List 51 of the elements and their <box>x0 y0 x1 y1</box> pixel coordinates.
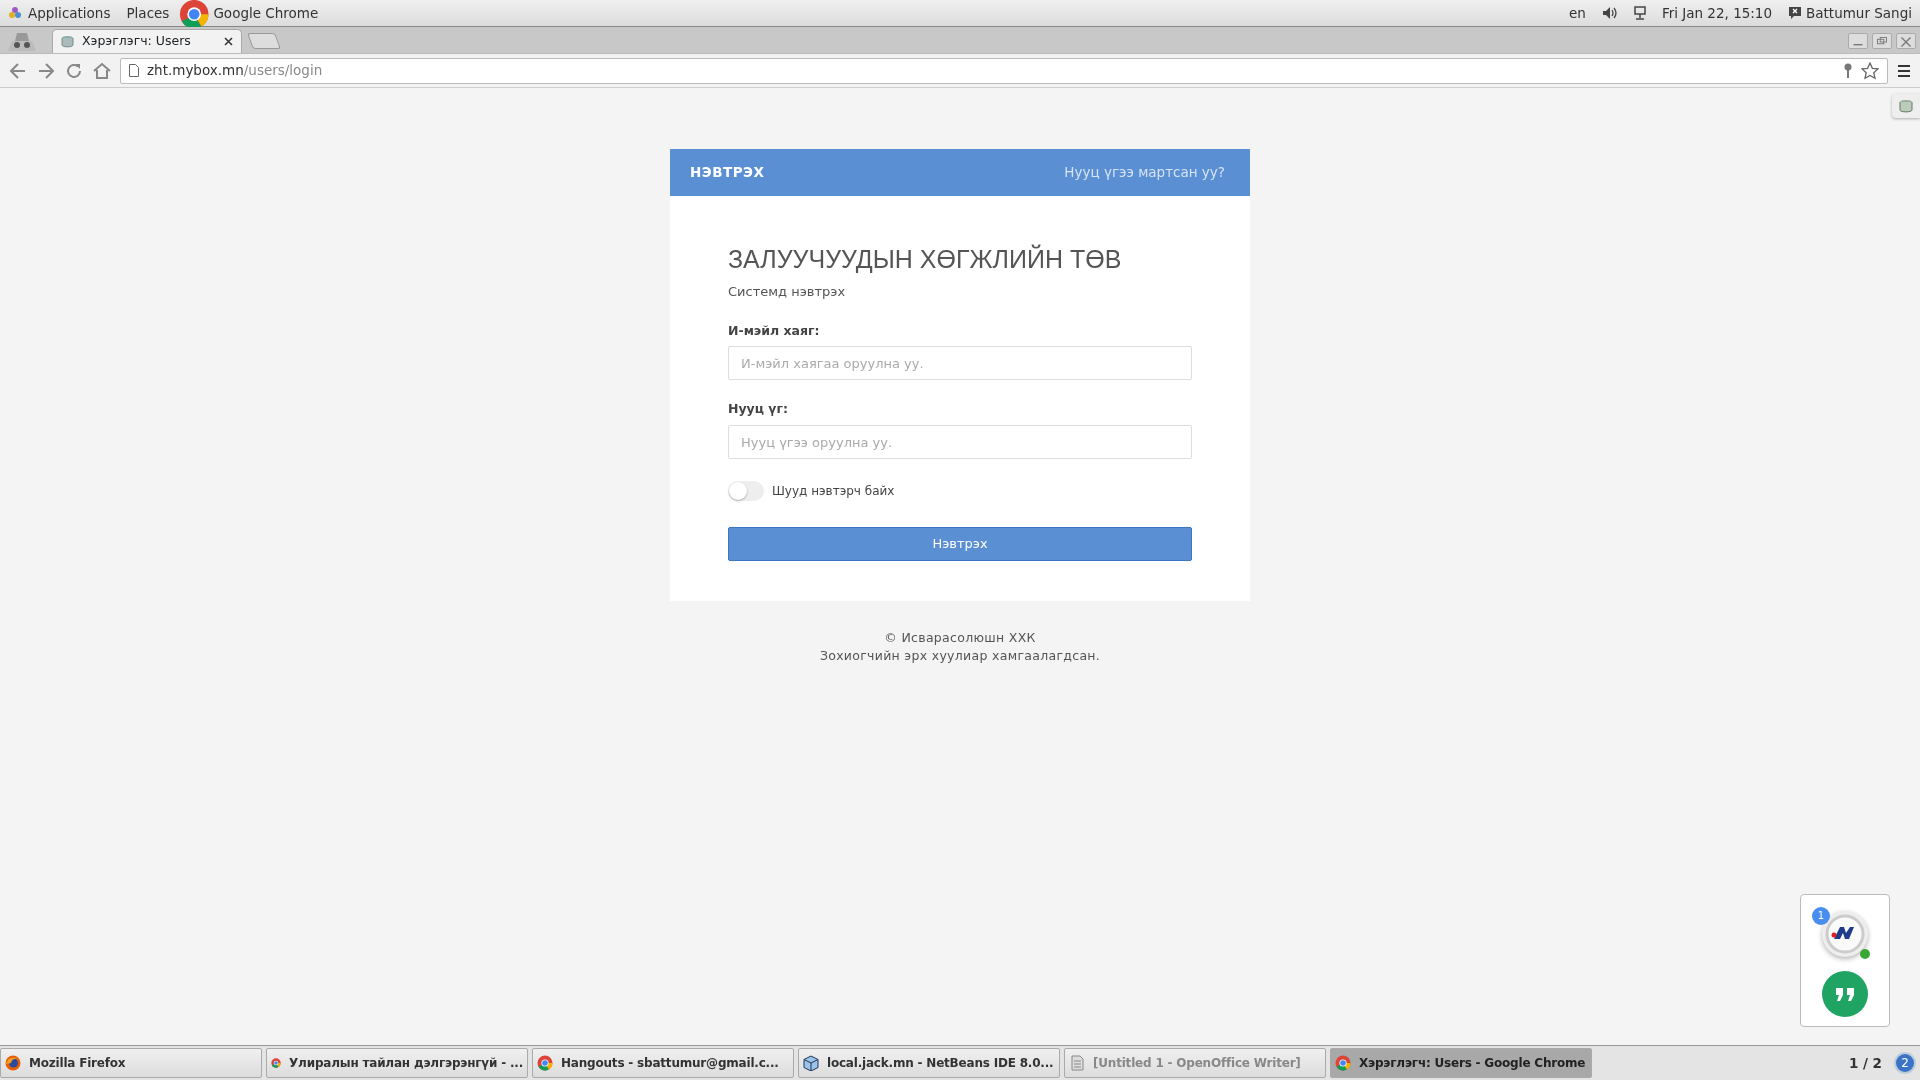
home-icon[interactable] <box>92 60 112 81</box>
extension-button[interactable] <box>1892 94 1920 118</box>
applications-menu[interactable]: Applications <box>28 2 111 24</box>
network-icon[interactable] <box>1633 6 1646 20</box>
chrome-icon <box>537 1055 553 1071</box>
workspace-switcher[interactable]: 1 / 2 <box>1848 1052 1882 1074</box>
language-indicator[interactable]: en <box>1569 2 1586 24</box>
login-subtitle: Системд нэвтрэх <box>728 283 847 301</box>
star-icon[interactable] <box>1861 61 1879 80</box>
notification-count[interactable]: 2 <box>1894 1052 1916 1074</box>
tab-title: Хэрэглэгч: Users <box>82 32 192 51</box>
header-title: НЭВТРЭХ <box>690 163 765 183</box>
volume-icon[interactable] <box>1601 6 1618 20</box>
field-label: Нууц үг: <box>728 400 790 419</box>
footer-text: Зохиогчийн эрх хуулиар хамгаалагдсан. <box>818 647 1102 665</box>
email-field[interactable]: И-мэйл хаягаа оруулна уу. <box>728 346 1192 381</box>
menu-icon[interactable] <box>1896 62 1912 79</box>
field-label: И-мэйл хаяг: <box>728 321 821 340</box>
document-icon <box>1069 1055 1085 1071</box>
taskbar-item[interactable]: Hangouts - sbattumur@gmail.c... <box>532 1048 794 1078</box>
applications-icon[interactable] <box>8 6 22 20</box>
taskbar-item[interactable]: Mozilla Firefox <box>0 1048 262 1078</box>
firefox-icon <box>5 1055 21 1071</box>
chrome-icon <box>179 0 210 27</box>
app-menu[interactable]: Google Chrome <box>213 2 319 24</box>
user-menu[interactable]: Battumur Sangi <box>1806 2 1912 24</box>
page-icon <box>129 64 139 77</box>
taskbar-item[interactable]: Хэрэглэгч: Users - Google Chrome <box>1330 1048 1592 1078</box>
login-title: ЗАЛУУЧУУДЫН ХӨГЖЛИЙН ТӨВ <box>728 244 1123 274</box>
browser-tab[interactable]: Хэрэглэгч: Users <box>52 29 242 53</box>
database-icon <box>1899 99 1913 113</box>
notification-badge: 1 <box>1812 907 1830 925</box>
password-field[interactable]: Нууц үгээ оруулна уу. <box>728 425 1192 459</box>
back-icon[interactable] <box>8 60 28 81</box>
clock[interactable]: Fri Jan 22, 15:10 <box>1661 2 1773 24</box>
taskbar-item[interactable]: Улиралын тайлан дэлгэрэнгүй - ... <box>266 1048 528 1078</box>
close-icon[interactable] <box>224 37 233 46</box>
chrome-icon <box>271 1055 282 1071</box>
taskbar-item[interactable]: local.jack.mn - NetBeans IDE 8.0... <box>798 1048 1060 1078</box>
remember-toggle[interactable] <box>728 481 764 501</box>
chat-status-icon <box>1788 6 1803 20</box>
new-tab-button[interactable] <box>247 33 281 49</box>
cube-icon <box>803 1055 819 1071</box>
forward-icon[interactable] <box>36 60 56 81</box>
avatar[interactable] <box>1822 911 1868 957</box>
places-menu[interactable]: Places <box>126 2 170 24</box>
database-icon <box>61 35 74 48</box>
toggle-label: Шууд нэвтэрч байх <box>772 483 895 500</box>
footer-text: © Исварасолюшн ХХК <box>883 629 1037 647</box>
chrome-icon <box>1335 1055 1351 1071</box>
hangouts-icon[interactable] <box>1822 971 1868 1017</box>
